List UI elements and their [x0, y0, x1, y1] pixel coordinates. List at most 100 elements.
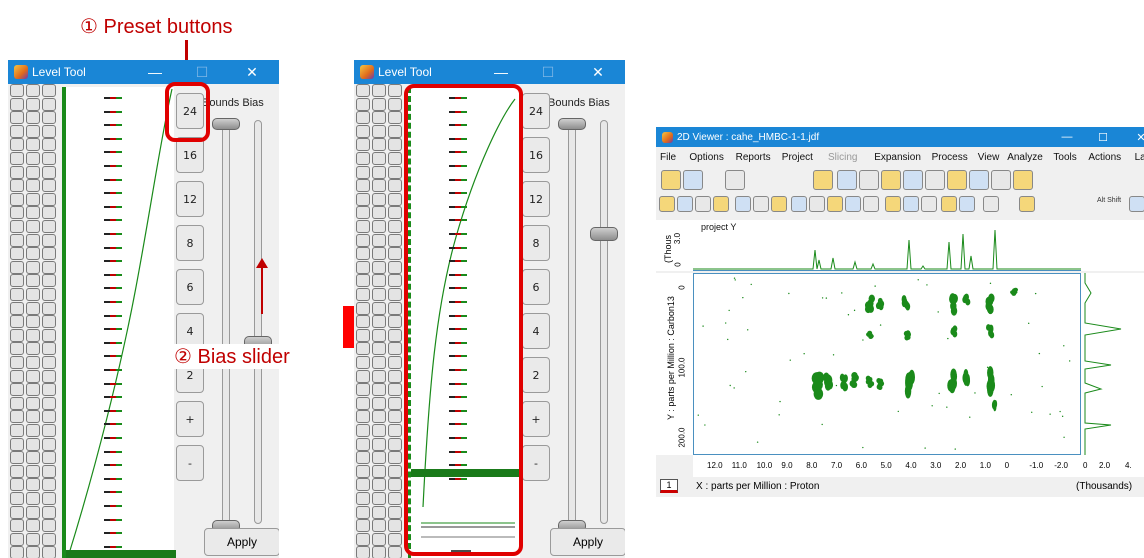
toolbar-button[interactable] — [827, 196, 843, 212]
level-cell[interactable] — [26, 533, 40, 546]
level-cell[interactable] — [42, 166, 56, 179]
level-cell[interactable] — [372, 342, 386, 355]
level-cell[interactable] — [388, 438, 402, 451]
level-cell[interactable] — [372, 465, 386, 478]
level-cell[interactable] — [356, 383, 370, 396]
level-cell[interactable] — [26, 234, 40, 247]
level-cell[interactable] — [356, 302, 370, 315]
level-cell[interactable] — [388, 410, 402, 423]
toolbar-button[interactable] — [713, 196, 729, 212]
maximize-icon[interactable]: ☐ — [183, 60, 221, 84]
level-cell[interactable] — [372, 206, 386, 219]
level-cell[interactable] — [26, 383, 40, 396]
level-cell[interactable] — [26, 206, 40, 219]
level-cell[interactable] — [372, 166, 386, 179]
level-cell[interactable] — [42, 193, 56, 206]
level-cell[interactable] — [42, 220, 56, 233]
level-cell[interactable] — [388, 234, 402, 247]
level-cell[interactable] — [356, 261, 370, 274]
level-cell[interactable] — [42, 438, 56, 451]
level-cell[interactable] — [26, 152, 40, 165]
level-cell[interactable] — [42, 206, 56, 219]
level-cell[interactable] — [372, 234, 386, 247]
apply-button[interactable]: Apply — [550, 528, 625, 556]
level-cell[interactable] — [10, 533, 24, 546]
level-cell[interactable] — [372, 138, 386, 151]
level-cell[interactable] — [26, 370, 40, 383]
preset-button-minus[interactable]: - — [522, 445, 550, 481]
close-icon[interactable]: ✕ — [233, 60, 271, 84]
level-cell[interactable] — [356, 370, 370, 383]
level-cell[interactable] — [42, 533, 56, 546]
level-cell[interactable] — [388, 519, 402, 532]
level-cell[interactable] — [388, 166, 402, 179]
level-cell[interactable] — [42, 383, 56, 396]
level-cell[interactable] — [26, 329, 40, 342]
level-cell[interactable] — [388, 492, 402, 505]
level-cell[interactable] — [10, 465, 24, 478]
level-cell[interactable] — [42, 288, 56, 301]
level-cell[interactable] — [356, 288, 370, 301]
menu-expansion[interactable]: Expansion — [874, 152, 921, 163]
level-cell[interactable] — [26, 302, 40, 315]
level-cell[interactable] — [26, 247, 40, 260]
menu-options[interactable]: Options — [689, 152, 723, 163]
level-cell[interactable] — [372, 84, 386, 97]
level-cell[interactable] — [42, 302, 56, 315]
level-cell[interactable] — [372, 533, 386, 546]
level-cell[interactable] — [42, 410, 56, 423]
level-cell[interactable] — [372, 397, 386, 410]
level-cell[interactable] — [10, 383, 24, 396]
level-cell[interactable] — [26, 166, 40, 179]
level-cell[interactable] — [356, 234, 370, 247]
level-cell[interactable] — [10, 206, 24, 219]
menu-view[interactable]: View — [978, 152, 1000, 163]
close-icon[interactable]: ✕ — [579, 60, 617, 84]
minimize-icon[interactable]: — — [136, 60, 174, 84]
level-cell[interactable] — [388, 302, 402, 315]
level-cell[interactable] — [42, 492, 56, 505]
toolbar-button[interactable] — [683, 170, 703, 190]
level-cell[interactable] — [388, 424, 402, 437]
level-cell[interactable] — [388, 261, 402, 274]
hmbc-2d-plot[interactable] — [693, 273, 1081, 455]
level-cell[interactable] — [372, 274, 386, 287]
level-cell[interactable] — [26, 465, 40, 478]
level-cell[interactable] — [388, 111, 402, 124]
preset-button-4[interactable]: 4 — [522, 313, 550, 349]
preset-button-12[interactable]: 12 — [522, 181, 550, 217]
level-cell[interactable] — [388, 288, 402, 301]
level-cell[interactable] — [42, 152, 56, 165]
level-cell[interactable] — [356, 424, 370, 437]
level-cell[interactable] — [10, 342, 24, 355]
level-cell[interactable] — [372, 247, 386, 260]
level-cell[interactable] — [372, 478, 386, 491]
level-cell[interactable] — [388, 206, 402, 219]
level-cell[interactable] — [372, 111, 386, 124]
level-cell[interactable] — [388, 84, 402, 97]
level-cell[interactable] — [10, 315, 24, 328]
level-cell[interactable] — [356, 193, 370, 206]
toolbar-button[interactable] — [813, 170, 833, 190]
level-cell[interactable] — [388, 125, 402, 138]
level-cell[interactable] — [356, 220, 370, 233]
level-cell[interactable] — [356, 465, 370, 478]
level-cell[interactable] — [372, 152, 386, 165]
level-cell[interactable] — [26, 193, 40, 206]
level-cell[interactable] — [42, 234, 56, 247]
menu-file[interactable]: File — [660, 152, 676, 163]
level-cell[interactable] — [26, 478, 40, 491]
level-cell[interactable] — [372, 410, 386, 423]
level-cell[interactable] — [42, 397, 56, 410]
level-cell[interactable] — [10, 138, 24, 151]
bounds-slider-track[interactable] — [568, 122, 576, 524]
level-cell[interactable] — [42, 546, 56, 558]
level-cell[interactable] — [10, 234, 24, 247]
level-cell[interactable] — [26, 492, 40, 505]
level-cell[interactable] — [26, 342, 40, 355]
preset-button-24[interactable]: 24 — [522, 93, 550, 129]
toolbar-button[interactable] — [991, 170, 1011, 190]
level-cell[interactable] — [356, 410, 370, 423]
level-cell[interactable] — [10, 506, 24, 519]
level-cell[interactable] — [388, 315, 402, 328]
